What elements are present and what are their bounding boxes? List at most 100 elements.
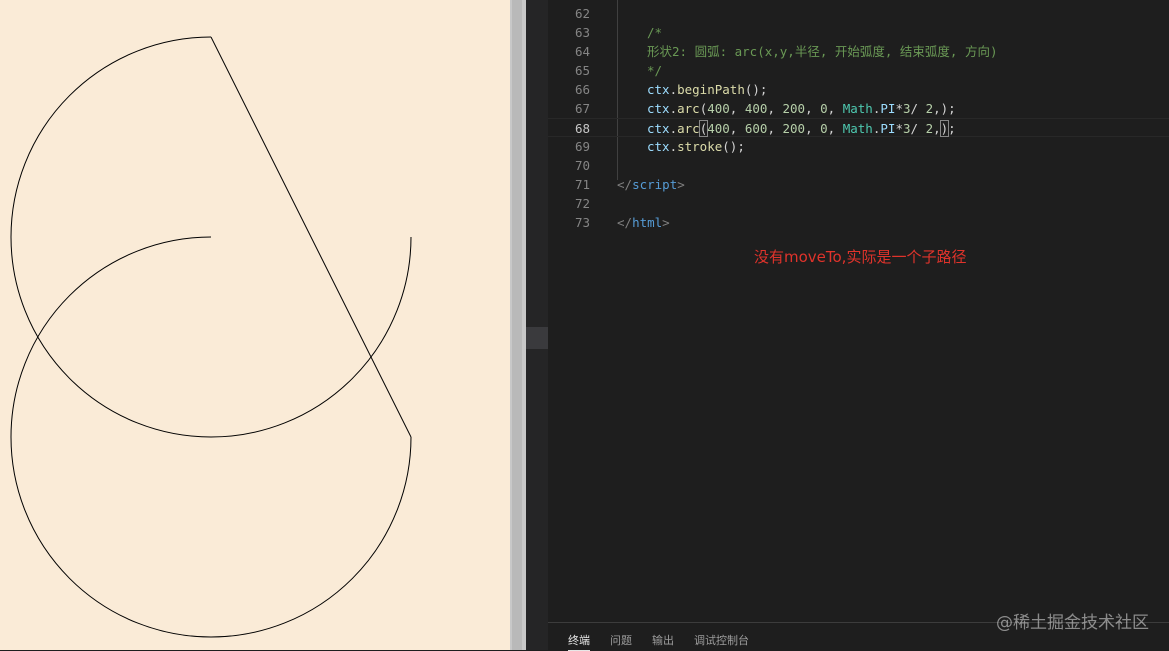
code-token: arc xyxy=(677,101,700,116)
pane-splitter[interactable] xyxy=(510,0,526,650)
line-number: 66 xyxy=(574,82,590,97)
code-token: ; xyxy=(948,121,956,136)
code-token: 200 xyxy=(782,101,806,116)
line-number: 62 xyxy=(574,6,590,21)
code-token: , xyxy=(767,121,783,136)
code-token: PI xyxy=(880,121,896,136)
code-token: /* xyxy=(647,25,663,40)
code-token: </ xyxy=(617,215,633,230)
line-code: */ xyxy=(647,61,662,80)
code-token: . xyxy=(669,82,678,97)
code-token: (); xyxy=(722,139,745,154)
line-code: ctx.arc(400, 400, 200, 0, Math.PI*3/ 2,)… xyxy=(647,99,956,118)
tab-problems[interactable]: 问题 xyxy=(610,632,632,648)
code-token: , xyxy=(805,121,821,136)
code-token: 600 xyxy=(744,121,768,136)
code-token: html xyxy=(632,215,663,230)
code-token: * xyxy=(895,101,903,116)
code-token: * xyxy=(895,121,903,136)
watermark: @稀土掘金技术社区 xyxy=(996,613,1149,633)
code-line[interactable]: 70 xyxy=(548,156,1169,175)
code-token: script xyxy=(632,177,678,192)
code-token: stroke xyxy=(677,139,723,154)
code-token: 3 xyxy=(902,101,911,116)
code-token: Math xyxy=(842,101,873,116)
code-token: */ xyxy=(647,63,663,78)
code-token: , xyxy=(933,121,941,136)
line-number: 68 xyxy=(574,121,590,136)
line-code: ctx.arc(400, 600, 200, 0, Math.PI*3/ 2,)… xyxy=(647,119,956,138)
code-token: 形状2: 圆弧: arc(x,y,半径, 开始弧度, 结束弧度, 方向) xyxy=(647,44,998,59)
code-token: 2 xyxy=(925,101,934,116)
code-line[interactable]: 62 xyxy=(548,4,1169,23)
annotation-note: 没有moveTo,实际是一个子路径 xyxy=(754,248,967,266)
code-token: , xyxy=(805,101,821,116)
code-token: 400 xyxy=(744,101,768,116)
line-number: 72 xyxy=(574,196,590,211)
code-token: , xyxy=(827,121,843,136)
line-number: 71 xyxy=(574,177,590,192)
line-number: 64 xyxy=(574,44,590,59)
editor-gutter-bar xyxy=(526,0,548,650)
code-line[interactable]: 71 </script> xyxy=(548,175,1169,194)
code-line[interactable]: 63 /* xyxy=(548,23,1169,42)
code-editor[interactable]: 62 63/* 64 形状2: 圆弧: arc(x,y,半径, 开始弧度, 结束弧度,… xyxy=(548,0,1169,622)
code-token: 2 xyxy=(925,121,934,136)
code-token: arc xyxy=(677,121,700,136)
code-token: beginPath xyxy=(677,82,745,97)
code-token: . xyxy=(669,139,678,154)
code-line[interactable]: 69 ctx.stroke(); xyxy=(548,137,1169,156)
line-code: ctx.beginPath(); xyxy=(647,80,767,99)
connecting-line xyxy=(210,36,412,438)
code-token: 0 xyxy=(820,101,828,116)
line-number: 73 xyxy=(574,215,590,230)
tab-debug-console[interactable]: 调试控制台 xyxy=(694,632,749,648)
code-token: 200 xyxy=(782,121,806,136)
code-token: / xyxy=(910,121,926,136)
code-token: , xyxy=(767,101,783,116)
line-number: 67 xyxy=(574,101,590,116)
code-token: ctx xyxy=(647,139,670,154)
code-line[interactable]: 66 ctx.beginPath(); xyxy=(548,80,1169,99)
line-number: 69 xyxy=(574,139,590,154)
tab-terminal[interactable]: 终端 xyxy=(568,632,590,651)
canvas-drawing xyxy=(10,36,412,638)
line-code: ctx.stroke(); xyxy=(647,137,745,156)
line-code: 形状2: 圆弧: arc(x,y,半径, 开始弧度, 结束弧度, 方向) xyxy=(647,42,998,61)
code-line[interactable]: 73 </html> xyxy=(548,213,1169,232)
code-token: </ xyxy=(617,177,633,192)
code-token: Math xyxy=(842,121,873,136)
tab-output[interactable]: 输出 xyxy=(652,632,674,648)
code-line[interactable]: 64 形状2: 圆弧: arc(x,y,半径, 开始弧度, 结束弧度, 方向) xyxy=(548,42,1169,61)
code-token: . xyxy=(669,101,678,116)
line-number: 65 xyxy=(574,63,590,78)
code-token: ctx xyxy=(647,82,670,97)
code-token: > xyxy=(677,177,685,192)
code-token: . xyxy=(669,121,678,136)
code-token: ,); xyxy=(933,101,956,116)
code-token: ctx xyxy=(647,121,670,136)
code-line[interactable]: 68 ctx.arc(400, 600, 200, 0, Math.PI*3/ 2… xyxy=(548,118,1169,137)
code-line[interactable]: 65 */ xyxy=(548,61,1169,80)
code-token: (); xyxy=(744,82,768,97)
line-number: 70 xyxy=(574,158,590,173)
code-token: / xyxy=(910,101,926,116)
line-code: /* xyxy=(647,23,662,42)
code-token: PI xyxy=(880,101,896,116)
code-token: 400 xyxy=(707,101,730,116)
code-token: ctx xyxy=(647,101,670,116)
code-line[interactable]: 72 xyxy=(548,194,1169,213)
code-token: , xyxy=(729,121,745,136)
scroll-marker[interactable] xyxy=(526,327,548,349)
code-token: 400 xyxy=(707,121,730,136)
line-code: </script> xyxy=(617,175,685,194)
code-token: , xyxy=(729,101,745,116)
code-token: 0 xyxy=(820,121,828,136)
code-token: 3 xyxy=(902,121,911,136)
canvas-preview xyxy=(0,0,510,650)
code-token: , xyxy=(827,101,843,116)
code-line[interactable]: 67 ctx.arc(400, 400, 200, 0, Math.PI*3/ 2… xyxy=(548,99,1169,118)
line-number: 63 xyxy=(574,25,590,40)
line-code: </html> xyxy=(617,213,670,232)
code-token: > xyxy=(662,215,670,230)
